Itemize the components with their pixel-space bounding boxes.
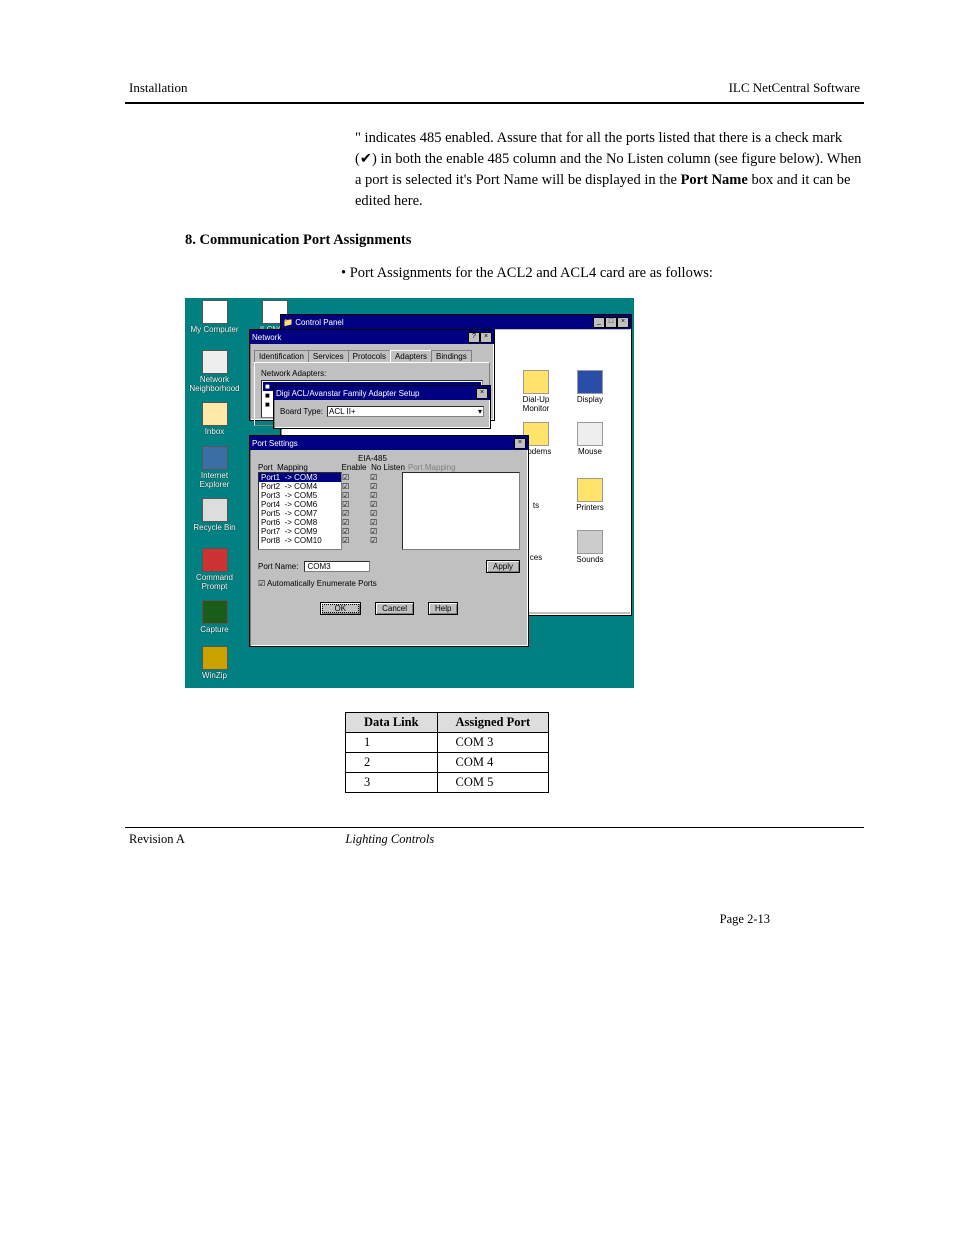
table-header: Assigned Port [437,713,549,733]
close-icon[interactable]: × [514,437,526,449]
network-tabs[interactable]: Identification Services Protocols Adapte… [254,350,490,362]
desktop-icon-label: WinZip [187,672,242,681]
step-8-bullet: • Port Assignments for the ACL2 and ACL4… [125,263,864,284]
enable-checkbox[interactable]: ☑ [342,491,370,500]
table-row: 3COM 5 [346,773,549,793]
desktop-icon-label: My Computer [187,326,242,335]
check-icon: ✔ [360,151,372,167]
enable-checkbox[interactable]: ☑ [342,473,370,482]
desktop-icon-label: Recycle Bin [187,524,242,533]
close-icon[interactable]: × [476,387,488,399]
list-item[interactable]: Port8 -> COM10 [259,536,341,545]
adapter-setup-title: Digi ACL/Avanstar Family Adapter Setup [276,389,419,398]
tab-services[interactable]: Services [308,350,349,362]
board-type-label: Board Type: [280,407,323,416]
list-item[interactable]: Port5 -> COM7 [259,509,341,518]
tab-adapters[interactable]: Adapters [390,350,432,362]
ok-button[interactable]: OK [320,602,362,615]
enable-checkbox[interactable]: ☑ [342,500,370,509]
list-item[interactable]: Port4 -> COM6 [259,500,341,509]
apply-button[interactable]: Apply [486,560,520,573]
adapter-setup-dialog[interactable]: Digi ACL/Avanstar Family Adapter Setup ×… [273,385,491,429]
list-item[interactable]: Port7 -> COM9 [259,527,341,536]
screenshot-figure: My Computer ILCNCS MINIMAC Network Neigh… [185,298,864,688]
divider [125,102,864,104]
nolisten-checkbox[interactable]: ☑ [370,536,398,545]
footer-revision: Revision A [129,832,185,987]
desktop-icon-label: Internet Explorer [187,472,242,490]
desktop-icon-label: Inbox [187,428,242,437]
tab-protocols[interactable]: Protocols [348,350,391,362]
table-header: Data Link [346,713,438,733]
network-title: Network [252,333,281,342]
table-row: 1COM 3 [346,733,549,753]
header-right: ILC NetCentral Software [729,80,860,96]
eia-485-label: EIA-485 [258,454,520,463]
list-item[interactable]: Port6 -> COM8 [259,518,341,527]
nolisten-checkbox[interactable]: ☑ [370,473,398,482]
port-mapping-list-right[interactable] [402,472,520,550]
window-controls[interactable]: _□× [593,316,629,328]
enable-checkbox[interactable]: ☑ [342,527,370,536]
port-list-header: Port Mapping Enable No Listen Port Mappi… [258,463,520,472]
divider [125,827,864,828]
nolisten-checkbox[interactable]: ☑ [370,518,398,527]
port-mapping-list[interactable]: Port1 -> COM3 Port2 -> COM4 Port3 -> COM… [258,472,342,550]
port-assignment-table: Data Link Assigned Port 1COM 3 2COM 4 3C… [345,712,549,793]
desktop-icon-label: Capture [187,626,242,635]
footer-center: Lighting Controls [345,832,434,987]
auto-enumerate-checkbox[interactable]: ☑ Automatically Enumerate Ports [258,579,520,588]
enable-checkbox[interactable]: ☑ [342,509,370,518]
enable-checkbox[interactable]: ☑ [342,536,370,545]
tab-identification[interactable]: Identification [254,350,309,362]
nolisten-checkbox[interactable]: ☑ [370,491,398,500]
header-left: Installation [129,80,188,96]
port-name-input[interactable] [304,561,370,572]
help-button[interactable]: Help [428,602,458,615]
list-item[interactable]: Port1 -> COM3 [259,473,341,482]
port-settings-title: Port Settings [252,439,298,448]
desktop-icon-label: Command Prompt [187,574,242,592]
paragraph-484-enable: " indicates 485 enabled. Assure that for… [125,128,864,212]
nolisten-checkbox[interactable]: ☑ [370,509,398,518]
list-item[interactable]: Port3 -> COM5 [259,491,341,500]
list-item[interactable]: Port2 -> COM4 [259,482,341,491]
board-type-dropdown[interactable]: ACL II+▾ [327,406,484,417]
control-panel-title: Control Panel [295,318,343,327]
enable-checkbox[interactable]: ☑ [342,518,370,527]
step-8-heading: 8. Communication Port Assignments [125,232,864,249]
port-name-label: Port Name: [258,562,298,571]
footer-page: Page 2-13 [595,832,860,987]
port-settings-dialog[interactable]: Port Settings × EIA-485 Port Mapping Ena… [249,435,529,647]
cancel-button[interactable]: Cancel [375,602,414,615]
desktop-icon-label: Network Neighborhood [187,376,242,394]
nolisten-checkbox[interactable]: ☑ [370,527,398,536]
nolisten-checkbox[interactable]: ☑ [370,500,398,509]
tab-bindings[interactable]: Bindings [431,350,472,362]
enable-checkbox[interactable]: ☑ [342,482,370,491]
window-controls[interactable]: ?× [468,331,492,343]
network-adapters-label: Network Adapters: [261,369,483,378]
table-row: 2COM 4 [346,753,549,773]
nolisten-checkbox[interactable]: ☑ [370,482,398,491]
